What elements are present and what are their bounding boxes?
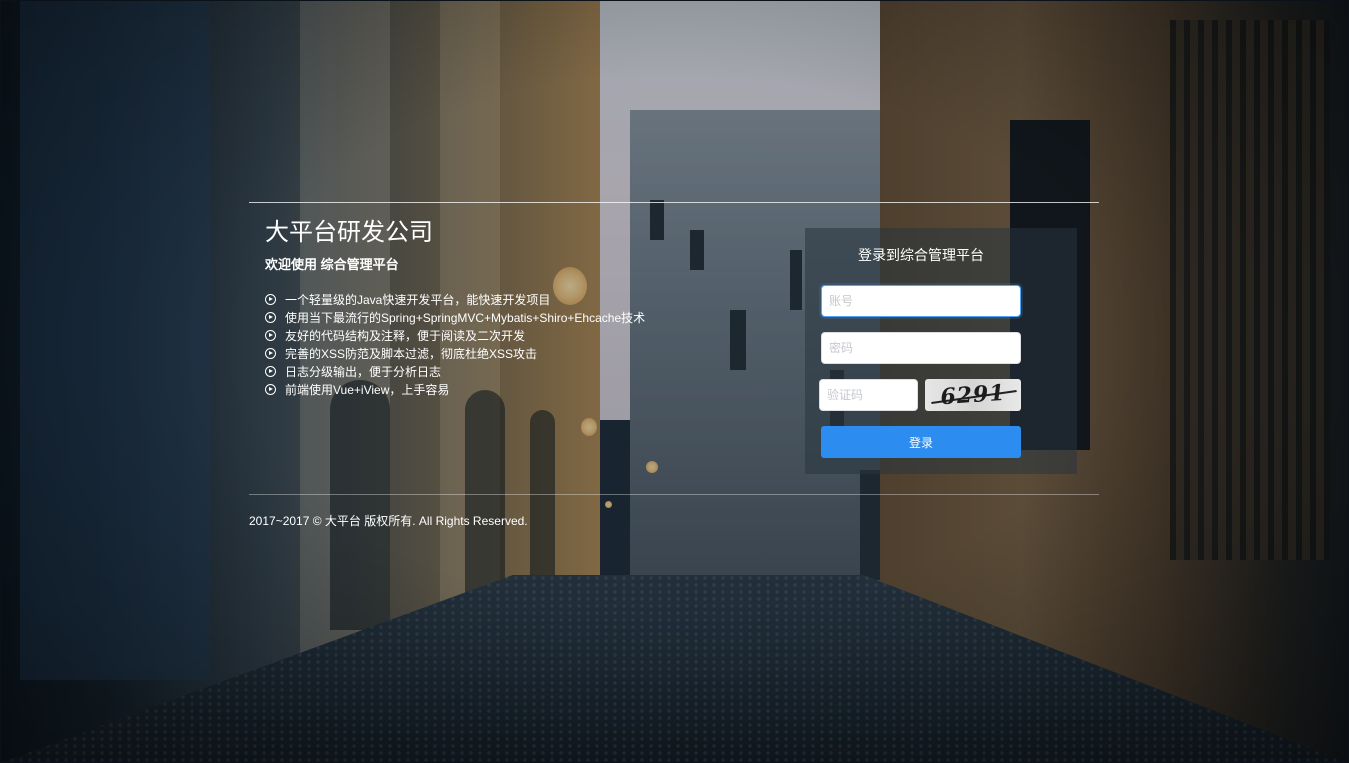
copyright-text: 2017~2017 © 大平台 版权所有. All Rights Reserve… bbox=[249, 514, 528, 528]
feature-text: 友好的代码结构及注释，便于阅读及二次开发 bbox=[285, 328, 526, 343]
account-input[interactable] bbox=[821, 285, 1021, 317]
arrow-circle-right-icon bbox=[265, 329, 276, 341]
arrow-circle-right-icon bbox=[265, 293, 276, 305]
feature-item: 日志分级输出，便于分析日志 bbox=[265, 362, 645, 380]
login-button[interactable]: 登录 bbox=[821, 426, 1021, 458]
password-input[interactable] bbox=[821, 332, 1021, 364]
feature-item: 完善的XSS防范及脚本过滤，彻底杜绝XSS攻击 bbox=[265, 344, 645, 362]
top-divider bbox=[249, 202, 1099, 203]
feature-text: 一个轻量级的Java快速开发平台，能快速开发项目 bbox=[285, 292, 551, 307]
feature-text: 完善的XSS防范及脚本过滤，彻底杜绝XSS攻击 bbox=[285, 346, 538, 361]
background-photo bbox=[0, 0, 1349, 763]
arrow-circle-right-icon bbox=[265, 347, 276, 359]
feature-item: 前端使用Vue+iView，上手容易 bbox=[265, 380, 645, 398]
company-title: 大平台研发公司 bbox=[265, 219, 433, 246]
feature-item: 友好的代码结构及注释，便于阅读及二次开发 bbox=[265, 326, 645, 344]
welcome-subtitle: 欢迎使用 综合管理平台 bbox=[265, 257, 399, 272]
feature-list: 一个轻量级的Java快速开发平台，能快速开发项目 使用当下最流行的Spring+… bbox=[265, 290, 645, 398]
feature-text: 日志分级输出，便于分析日志 bbox=[285, 364, 442, 379]
feature-text: 前端使用Vue+iView，上手容易 bbox=[285, 382, 450, 397]
captcha-code: 6291 bbox=[939, 379, 1007, 411]
feature-text: 使用当下最流行的Spring+SpringMVC+Mybatis+Shiro+E… bbox=[285, 310, 646, 325]
feature-item: 使用当下最流行的Spring+SpringMVC+Mybatis+Shiro+E… bbox=[265, 308, 645, 326]
arrow-circle-right-icon bbox=[265, 365, 276, 377]
bottom-divider bbox=[249, 494, 1099, 495]
feature-item: 一个轻量级的Java快速开发平台，能快速开发项目 bbox=[265, 290, 645, 308]
arrow-circle-right-icon bbox=[265, 383, 276, 395]
captcha-input[interactable] bbox=[819, 379, 918, 411]
login-title: 登录到综合管理平台 bbox=[858, 247, 984, 263]
captcha-image[interactable]: 6291 bbox=[925, 379, 1021, 411]
arrow-circle-right-icon bbox=[265, 311, 276, 323]
